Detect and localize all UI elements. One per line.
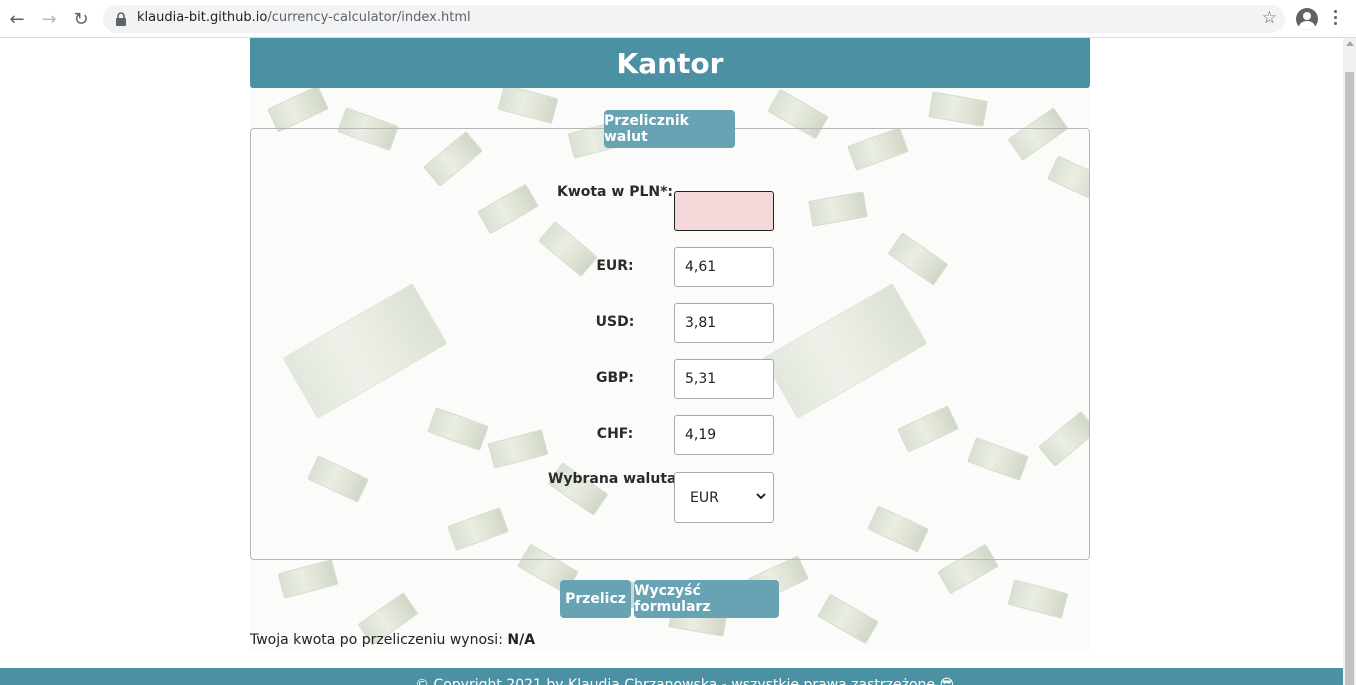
page-footer: © Copyright 2021 by Klaudia Chrzanowska … bbox=[0, 668, 1343, 685]
profile-avatar-icon[interactable] bbox=[1296, 8, 1318, 30]
banknote-decoration bbox=[267, 86, 329, 133]
page-header: Kantor bbox=[250, 38, 1090, 88]
banknote-decoration bbox=[277, 559, 339, 599]
banknote-decoration bbox=[1007, 579, 1069, 619]
url-text: klaudia-bit.github.io/currency-calculato… bbox=[137, 10, 471, 25]
gbp-rate-input[interactable]: 5,31 bbox=[674, 359, 774, 399]
result-text: Twoja kwota po przeliczeniu wynosi: N/A bbox=[250, 632, 535, 648]
label-selected-currency: Wybrana waluta: bbox=[547, 471, 683, 487]
eur-rate-input[interactable]: 4,61 bbox=[674, 247, 774, 287]
back-arrow-icon[interactable]: ← bbox=[5, 7, 29, 31]
lock-icon bbox=[116, 12, 126, 26]
label-amount-pln: Kwota w PLN*: bbox=[556, 184, 674, 200]
browser-toolbar: ← → ↻ klaudia-bit.github.io/currency-cal… bbox=[0, 0, 1356, 38]
address-bar[interactable]: klaudia-bit.github.io/currency-calculato… bbox=[103, 5, 1285, 33]
footer-copyright: © Copyright 2021 by Klaudia Chrzanowska … bbox=[415, 677, 955, 685]
label-usd: USD: bbox=[595, 314, 635, 330]
currency-select-value: EUR bbox=[690, 489, 719, 506]
banknote-decoration bbox=[497, 86, 559, 124]
url-host: klaudia-bit.github.io bbox=[137, 10, 268, 25]
amount-pln-input[interactable] bbox=[674, 191, 774, 231]
page-content: Kantor Przelicznik walut Kwota w PLN*: E… bbox=[0, 38, 1343, 685]
banknote-decoration bbox=[817, 593, 879, 645]
result-prefix: Twoja kwota po przeliczeniu wynosi: bbox=[250, 632, 503, 648]
chevron-down-icon bbox=[756, 493, 766, 500]
banknote-decoration bbox=[928, 91, 988, 127]
label-eur: EUR: bbox=[596, 258, 634, 274]
clear-form-button[interactable]: Wyczyść formularz bbox=[634, 580, 779, 618]
url-path: /currency-calculator/index.html bbox=[267, 10, 471, 25]
reload-icon[interactable]: ↻ bbox=[69, 7, 93, 31]
kebab-menu-icon[interactable] bbox=[1334, 10, 1338, 28]
result-value: N/A bbox=[507, 632, 536, 648]
converter-legend: Przelicznik walut bbox=[604, 110, 735, 148]
vertical-scrollbar[interactable] bbox=[1343, 38, 1356, 685]
chf-rate-input[interactable]: 4,19 bbox=[674, 415, 774, 455]
scrollbar-thumb[interactable] bbox=[1345, 72, 1354, 685]
forward-arrow-icon[interactable]: → bbox=[37, 7, 61, 31]
scroll-up-arrow-icon[interactable] bbox=[1346, 41, 1354, 46]
calculate-button[interactable]: Przelicz bbox=[560, 580, 631, 618]
label-chf: CHF: bbox=[596, 426, 634, 442]
bookmark-star-icon[interactable]: ☆ bbox=[1262, 8, 1277, 28]
usd-rate-input[interactable]: 3,81 bbox=[674, 303, 774, 343]
page-title: Kantor bbox=[616, 46, 724, 80]
currency-select[interactable]: EUR bbox=[674, 472, 774, 523]
label-gbp: GBP: bbox=[595, 370, 635, 386]
